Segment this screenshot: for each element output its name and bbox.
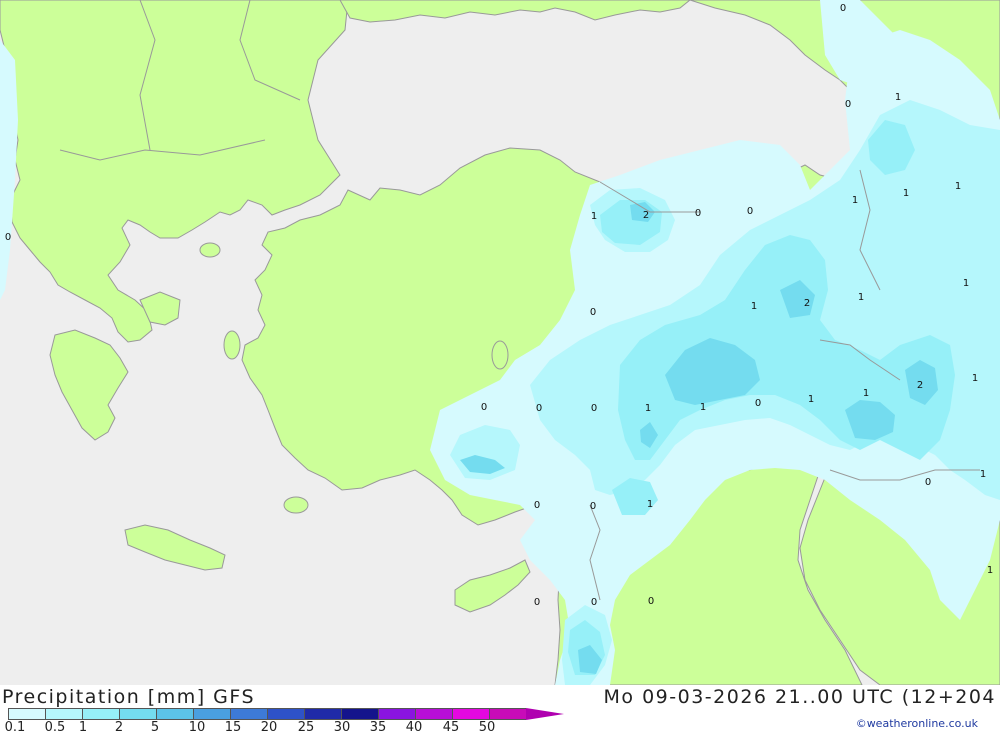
value-label: 1 <box>903 188 909 199</box>
legend-swatch <box>230 708 267 720</box>
value-label: 1 <box>591 211 597 222</box>
value-label: 0 <box>747 206 753 217</box>
value-label: 2 <box>917 380 923 391</box>
value-label: 0 <box>925 477 931 488</box>
value-label: 1 <box>852 195 858 206</box>
value-label: 1 <box>895 92 901 103</box>
value-label: 1 <box>700 402 706 413</box>
value-label: 1 <box>863 388 869 399</box>
legend-swatch <box>82 708 119 720</box>
value-label: 0 <box>840 3 846 14</box>
legend-title: Precipitation [mm] GFS <box>2 686 256 708</box>
credit-link[interactable]: ©weatheronline.co.uk <box>856 717 978 730</box>
valid-time: Mo 09-03-2026 21..00 UTC (12+204 <box>603 686 996 708</box>
legend-swatch <box>193 708 230 720</box>
map-canvas: 0 0 1 0 1 2 0 0 1 1 1 1 0 1 2 1 0 0 0 1 1 0 1 1 2 1 0 1 0 0 1 1 0 0 0 <box>0 0 1000 685</box>
precipitation-map[interactable]: 0 0 1 0 1 2 0 0 1 1 1 1 0 1 2 1 0 0 0 1 1 0 1 1 2 1 0 1 0 0 1 1 0 0 0 <box>0 0 1000 685</box>
value-label: 1 <box>980 469 986 480</box>
legend-swatch <box>341 708 378 720</box>
legend-swatch <box>119 708 156 720</box>
legend-swatch <box>452 708 489 720</box>
legend-swatch <box>8 708 45 720</box>
value-label: 1 <box>647 499 653 510</box>
value-label: 0 <box>481 402 487 413</box>
value-label: 0 <box>591 597 597 608</box>
value-label: 0 <box>536 403 542 414</box>
value-label: 2 <box>643 210 649 221</box>
color-scale-ticks: 0.1 0.5 1 2 5 10 15 20 25 30 35 40 45 50 <box>0 720 560 735</box>
value-label: 1 <box>808 394 814 405</box>
land-island-4 <box>491 340 509 370</box>
value-label: 1 <box>955 181 961 192</box>
value-label: 0 <box>591 403 597 414</box>
value-label: 0 <box>648 596 654 607</box>
value-label: 1 <box>751 301 757 312</box>
value-label: 1 <box>645 403 651 414</box>
value-label: 0 <box>590 501 596 512</box>
land-island-3 <box>283 496 309 514</box>
legend-footer: Precipitation [mm] GFS Mo 09-03-2026 21.… <box>0 685 1000 735</box>
legend-swatch <box>267 708 304 720</box>
value-label: 0 <box>534 597 540 608</box>
value-label: 2 <box>804 298 810 309</box>
value-label: 0 <box>590 307 596 318</box>
value-label: 0 <box>695 208 701 219</box>
legend-swatch <box>415 708 452 720</box>
legend-arrow <box>526 708 564 720</box>
legend-swatch <box>304 708 341 720</box>
value-label: 1 <box>858 292 864 303</box>
value-label: 1 <box>972 373 978 384</box>
value-label: 0 <box>534 500 540 511</box>
color-scale-bar <box>8 708 564 720</box>
land-island-1 <box>199 242 221 258</box>
value-label: 0 <box>755 398 761 409</box>
legend-swatch <box>156 708 193 720</box>
value-label: 0 <box>845 99 851 110</box>
value-label: 1 <box>987 565 993 576</box>
land-island-2 <box>223 330 241 360</box>
legend-swatch <box>489 708 526 720</box>
value-label: 1 <box>963 278 969 289</box>
value-label: 0 <box>5 232 11 243</box>
legend-swatch <box>45 708 82 720</box>
legend-swatch <box>378 708 415 720</box>
